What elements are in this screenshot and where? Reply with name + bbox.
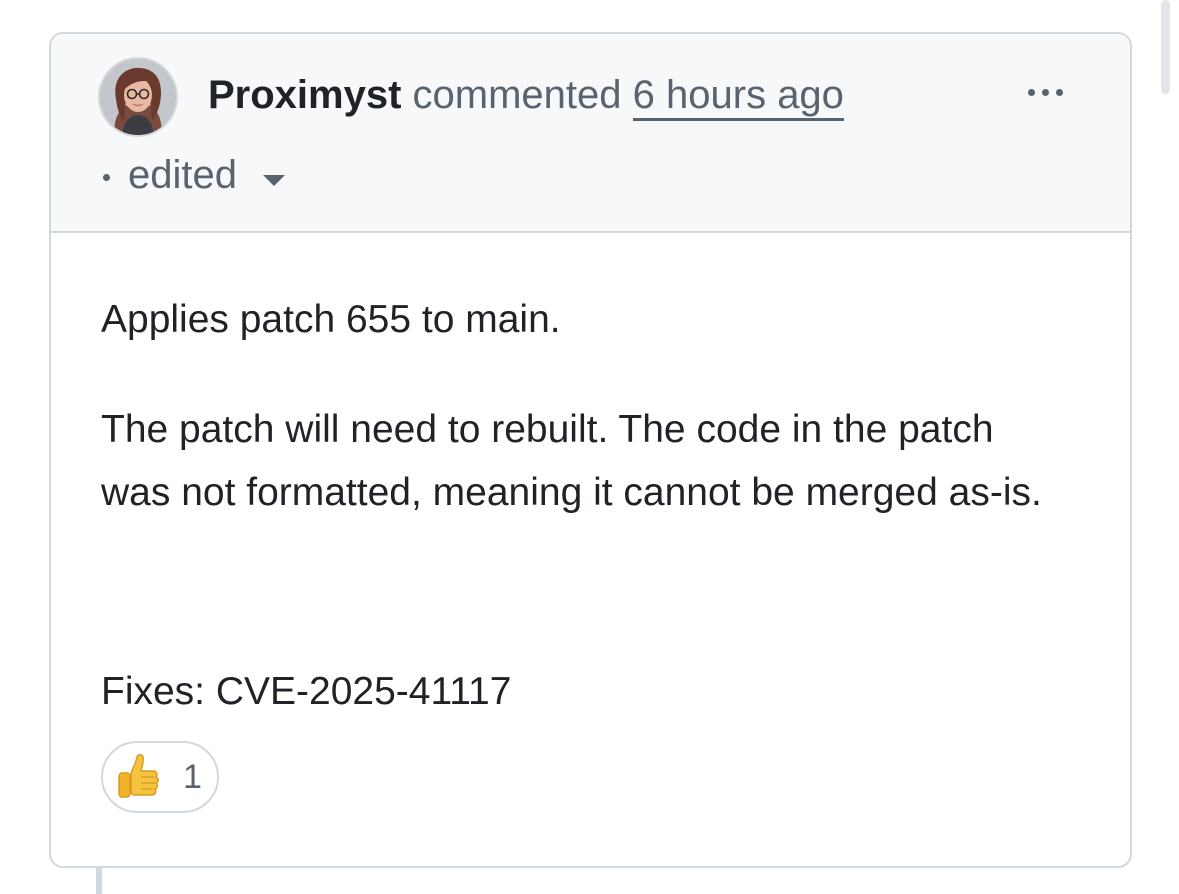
comment-header: Proximyst commented 6 hours ago edited bbox=[51, 34, 1130, 233]
kebab-horizontal-icon bbox=[1055, 88, 1063, 96]
edited-label: edited bbox=[128, 152, 237, 197]
reaction-count: 1 bbox=[183, 757, 202, 796]
avatar[interactable] bbox=[98, 57, 178, 137]
comment-card: Proximyst commented 6 hours ago edited A… bbox=[49, 32, 1132, 868]
kebab-horizontal-icon bbox=[1041, 88, 1049, 96]
comment-paragraph: Fixes: CVE-2025-41117 bbox=[101, 670, 512, 713]
timeline-connector bbox=[96, 866, 102, 894]
bullet-icon bbox=[103, 173, 110, 181]
comment-header-line: Proximyst commented 6 hours ago bbox=[208, 70, 844, 121]
comment-action-text: commented bbox=[412, 73, 622, 117]
avatar-image bbox=[100, 59, 176, 135]
page: Proximyst commented 6 hours ago edited A… bbox=[0, 0, 1179, 894]
kebab-horizontal-icon bbox=[1027, 88, 1035, 96]
thumbs-up-icon bbox=[118, 754, 159, 798]
comment-paragraph: Applies patch 655 to main. bbox=[101, 298, 561, 341]
comment-timestamp-link[interactable]: 6 hours ago bbox=[632, 73, 844, 121]
more-options-button[interactable] bbox=[1017, 72, 1073, 112]
comment-paragraph: The patch will need to rebuilt. The code… bbox=[101, 408, 1042, 514]
scrollbar[interactable] bbox=[1161, 0, 1170, 94]
reaction-thumbs-up-button[interactable]: 1 bbox=[101, 741, 219, 813]
edited-history-dropdown[interactable]: edited bbox=[103, 150, 285, 200]
author-name[interactable]: Proximyst bbox=[208, 73, 401, 117]
triangle-down-icon bbox=[262, 174, 285, 186]
